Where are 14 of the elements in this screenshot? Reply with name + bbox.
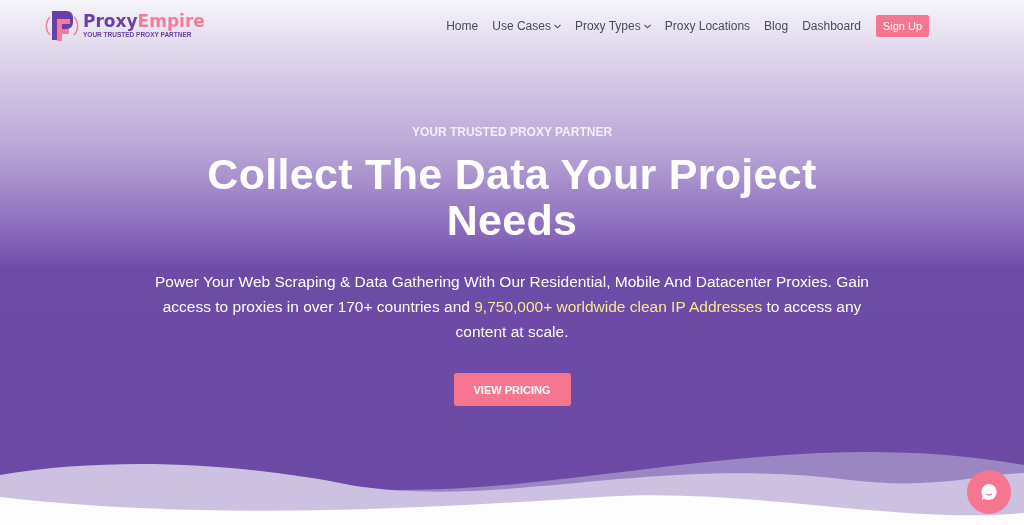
chevron-down-icon [643, 23, 651, 29]
logo-icon [45, 9, 79, 43]
nav-link[interactable]: Dashboard [802, 19, 861, 33]
brand-name: ProxyEmpire [83, 13, 205, 31]
chevron-down-icon [553, 23, 561, 29]
nav-link[interactable]: Proxy Locations [664, 19, 751, 33]
hero-title: Collect The Data Your Project Needs [206, 151, 818, 243]
nav-link[interactable]: Proxy Types [574, 19, 651, 33]
nav-link[interactable]: Use Cases [492, 19, 561, 33]
hero-eyebrow: YOUR TRUSTED PROXY PARTNER [411, 125, 613, 139]
hero-description: Power Your Web Scraping & Data Gathering With Our Residential, Mobile And Datacenter Proxies. Gain access to proxies in over 170+ countries and 9,750,000+ worldwide clean IP Addresses to access any content at scale. [154, 272, 870, 342]
chat-bubble-icon [978, 481, 1000, 503]
nav-link[interactable]: Home [446, 19, 479, 33]
nav-link[interactable]: Blog [764, 19, 789, 33]
